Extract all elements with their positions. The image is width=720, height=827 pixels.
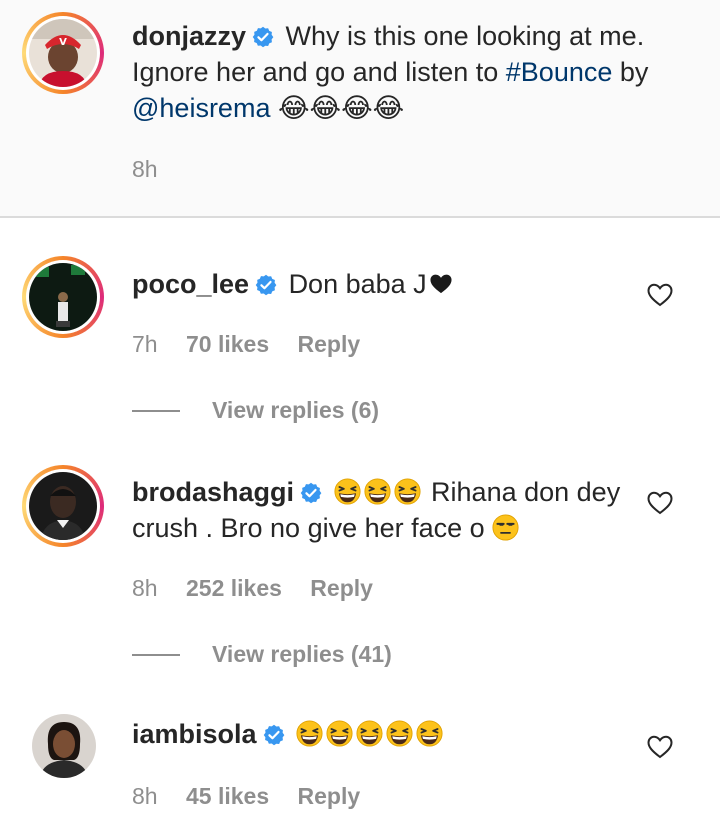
- grinning-squinting-face-emoji: [296, 720, 323, 747]
- grinning-squinting-face-emoji: [394, 478, 421, 505]
- grinning-squinting-face-emoji: [334, 478, 361, 505]
- reply-button[interactable]: Reply: [310, 575, 373, 601]
- view-replies-label: View replies (6): [212, 397, 380, 423]
- verified-badge-icon: [252, 26, 274, 48]
- avatar-iambisola[interactable]: [32, 714, 96, 778]
- comment-time: 8h: [132, 575, 158, 601]
- heart-icon[interactable]: [647, 283, 673, 307]
- likes-count[interactable]: 252 likes: [186, 575, 282, 601]
- grinning-squinting-face-emoji: [356, 720, 383, 747]
- reply-button[interactable]: Reply: [298, 783, 361, 809]
- avatar-brodashaggi[interactable]: [22, 465, 104, 547]
- likes-count[interactable]: 70 likes: [186, 331, 269, 357]
- mention-link[interactable]: @heisrema: [132, 93, 270, 123]
- caption-text: donjazzy Why is this one looking at me. …: [132, 18, 652, 127]
- comment-time: 7h: [132, 331, 158, 357]
- donjazzy-profile-photo: V: [29, 19, 97, 87]
- avatar-poco_lee[interactable]: [22, 256, 104, 338]
- grinning-squinting-face-emoji: [416, 720, 443, 747]
- comment-text: iambisola: [132, 716, 652, 752]
- divider: [0, 216, 720, 218]
- likes-count[interactable]: 45 likes: [186, 783, 269, 809]
- heart-icon[interactable]: [647, 735, 673, 759]
- caption-meta: 8h: [132, 156, 180, 183]
- unamused-face-emoji: [492, 514, 519, 541]
- view-replies-button[interactable]: View replies (6): [132, 397, 379, 424]
- red-heart-icon: [429, 273, 453, 295]
- reply-button[interactable]: Reply: [298, 331, 361, 357]
- grinning-squinting-face-emoji: [364, 478, 391, 505]
- username-poco_lee[interactable]: poco_lee: [132, 269, 249, 299]
- verified-badge-icon: [263, 724, 285, 746]
- iambisola-profile-photo: [32, 714, 96, 778]
- username-donjazzy[interactable]: donjazzy: [132, 21, 246, 51]
- comment-text: brodashaggi Rihana don dey crush . Bro n…: [132, 474, 652, 546]
- caption-time: 8h: [132, 156, 158, 182]
- comment-body: Don baba J: [288, 269, 427, 299]
- replies-line: [132, 409, 180, 412]
- username-iambisola[interactable]: iambisola: [132, 719, 257, 749]
- comment-text: poco_lee Don baba J: [132, 266, 652, 302]
- replies-line: [132, 653, 180, 656]
- comment-meta: 7h 70 likes Reply: [132, 331, 382, 358]
- username-brodashaggi[interactable]: brodashaggi: [132, 477, 294, 507]
- comment-meta: 8h 252 likes Reply: [132, 575, 395, 602]
- verified-badge-icon: [300, 482, 322, 504]
- trailing-glyphs: 😂😂😂😂: [277, 93, 405, 124]
- view-replies-button[interactable]: View replies (41): [132, 641, 392, 668]
- heart-icon[interactable]: [647, 491, 673, 515]
- grinning-squinting-face-emoji: [326, 720, 353, 747]
- caption-body-cont: by: [612, 57, 649, 87]
- avatar-donjazzy[interactable]: V: [22, 12, 104, 94]
- view-replies-label: View replies (41): [212, 641, 392, 667]
- brodashaggi-profile-photo: [29, 472, 97, 540]
- svg-text:V: V: [59, 37, 67, 48]
- verified-badge-icon: [255, 274, 277, 296]
- grinning-squinting-face-emoji: [386, 720, 413, 747]
- poco_lee-profile-photo: [29, 263, 97, 331]
- comment-meta: 8h 45 likes Reply: [132, 783, 382, 810]
- hashtag-link[interactable]: #Bounce: [506, 57, 613, 87]
- comment-time: 8h: [132, 783, 158, 809]
